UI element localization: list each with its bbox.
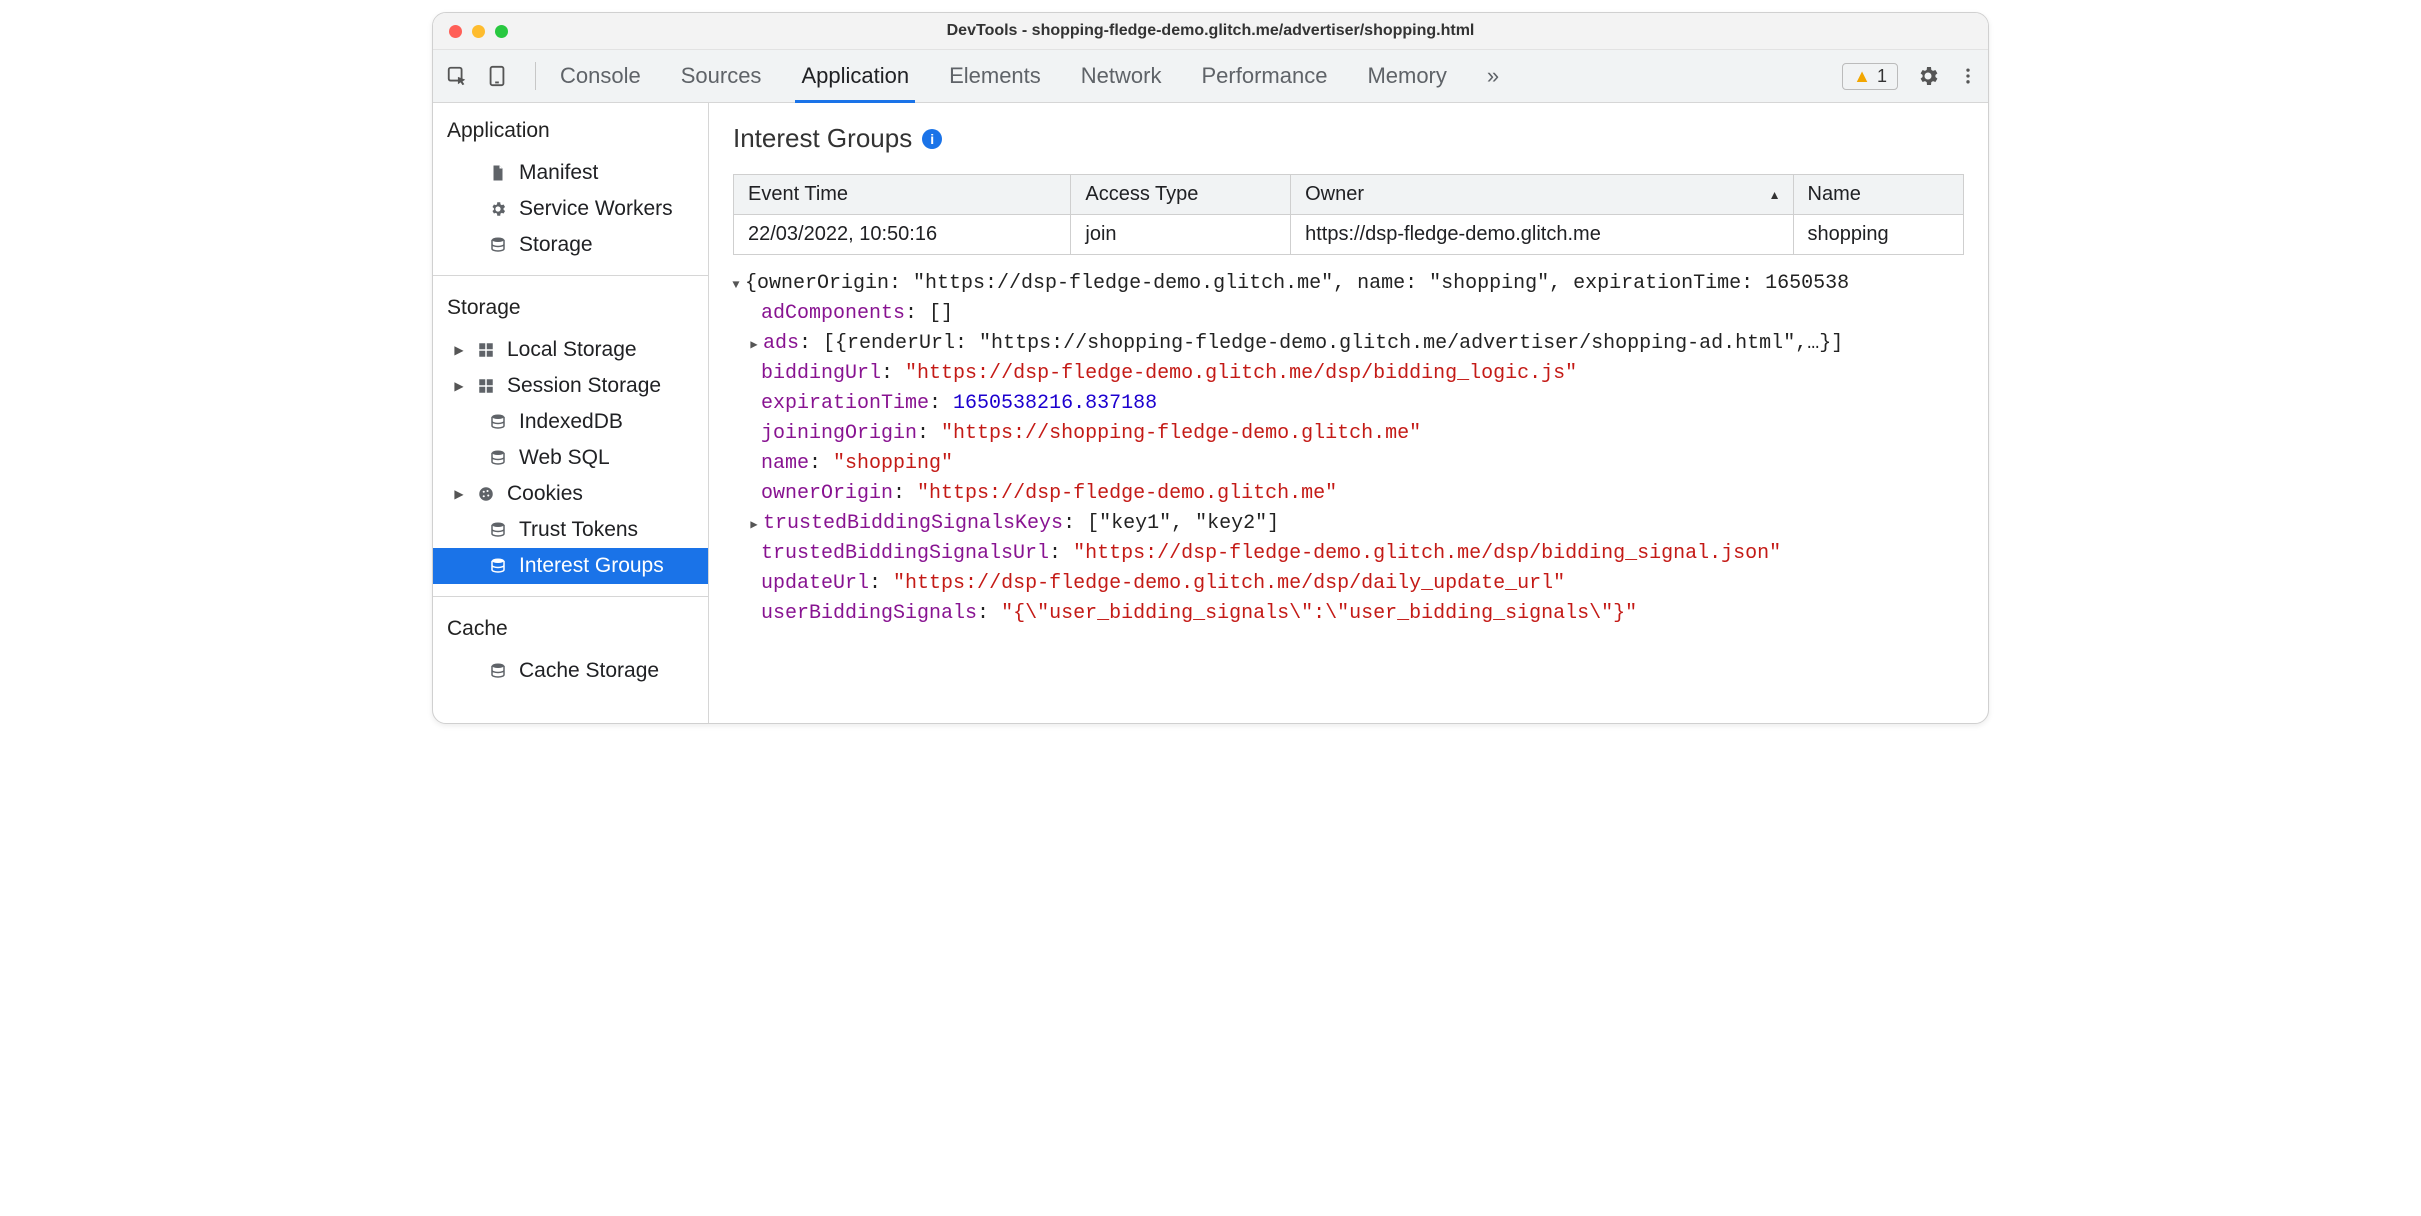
prop-ads[interactable]: ▶ads: [{renderUrl: "https://shopping-fle…	[717, 329, 1980, 359]
settings-icon[interactable]	[1916, 64, 1940, 88]
sidebar-item-local-storage[interactable]: ▶ Local Storage	[433, 332, 708, 368]
prop-joiningorigin[interactable]: joiningOrigin: "https://shopping-fledge-…	[717, 419, 1980, 449]
kebab-menu-icon[interactable]	[1958, 66, 1978, 86]
warnings-badge[interactable]: ▲ 1	[1842, 63, 1898, 90]
sidebar-item-websql[interactable]: Web SQL	[433, 440, 708, 476]
prop-trustedbiddingsignalskeys[interactable]: ▶trustedBiddingSignalsKeys: ["key1", "ke…	[717, 509, 1980, 539]
chevron-down-icon: ▼	[729, 276, 743, 294]
database-icon	[487, 449, 509, 467]
events-table: Event Time Access Type Owner▲ Name 22/03…	[733, 174, 1964, 255]
sidebar-item-label: Cookies	[507, 482, 583, 506]
titlebar: DevTools - shopping-fledge-demo.glitch.m…	[433, 13, 1988, 50]
more-tabs-button[interactable]: »	[1487, 50, 1499, 102]
sidebar-item-service-workers[interactable]: Service Workers	[433, 191, 708, 227]
chevron-right-icon: ▶	[453, 379, 465, 393]
col-name[interactable]: Name	[1793, 175, 1964, 215]
col-owner[interactable]: Owner▲	[1291, 175, 1793, 215]
chevron-right-icon: ▶	[747, 516, 761, 534]
panel-title-row: Interest Groups i	[709, 103, 1988, 166]
sidebar-item-label: Trust Tokens	[519, 518, 638, 542]
file-icon	[487, 164, 509, 182]
sidebar-item-label: Session Storage	[507, 374, 661, 398]
sidebar-item-session-storage[interactable]: ▶ Session Storage	[433, 368, 708, 404]
sidebar-item-trust-tokens[interactable]: Trust Tokens	[433, 512, 708, 548]
sidebar-item-label: Web SQL	[519, 446, 610, 470]
tab-application[interactable]: Application	[801, 50, 909, 102]
tab-elements[interactable]: Elements	[949, 50, 1041, 102]
sidebar-item-cache-storage[interactable]: Cache Storage	[433, 653, 708, 689]
prop-biddingurl[interactable]: biddingUrl: "https://dsp-fledge-demo.gli…	[717, 359, 1980, 389]
cell-event-time: 22/03/2022, 10:50:16	[734, 215, 1071, 255]
panel-title: Interest Groups	[733, 123, 912, 154]
device-toolbar-icon[interactable]	[483, 65, 511, 87]
prop-updateurl[interactable]: updateUrl: "https://dsp-fledge-demo.glit…	[717, 569, 1980, 599]
cell-access-type: join	[1071, 215, 1291, 255]
sidebar-item-label: Cache Storage	[519, 659, 659, 683]
chevron-right-icon: ▶	[453, 487, 465, 501]
chevron-right-icon: ▶	[453, 343, 465, 357]
sidebar-section-cache: Cache	[433, 601, 708, 653]
object-expansion: ▼{ownerOrigin: "https://dsp-fledge-demo.…	[709, 255, 1988, 629]
sort-asc-icon: ▲	[1769, 188, 1781, 202]
database-icon	[487, 236, 509, 254]
close-window-button[interactable]	[449, 25, 462, 38]
cell-owner: https://dsp-fledge-demo.glitch.me	[1291, 215, 1793, 255]
tab-performance[interactable]: Performance	[1201, 50, 1327, 102]
sidebar-item-manifest[interactable]: Manifest	[433, 155, 708, 191]
prop-trustedbiddingsignalsurl[interactable]: trustedBiddingSignalsUrl: "https://dsp-f…	[717, 539, 1980, 569]
tab-memory[interactable]: Memory	[1367, 50, 1446, 102]
devtools-window: DevTools - shopping-fledge-demo.glitch.m…	[432, 12, 1989, 724]
warnings-count: 1	[1877, 66, 1887, 87]
sidebar-section-application: Application	[433, 103, 708, 155]
sidebar-item-label: Manifest	[519, 161, 598, 185]
devtools-toolbar: Console Sources Application Elements Net…	[433, 50, 1988, 103]
inspect-element-icon[interactable]	[443, 65, 471, 87]
panel-body: Application Manifest Service Workers Sto…	[433, 103, 1988, 723]
prop-ownerorigin[interactable]: ownerOrigin: "https://dsp-fledge-demo.gl…	[717, 479, 1980, 509]
database-icon	[487, 413, 509, 431]
interest-groups-panel: Interest Groups i Event Time Access Type…	[709, 103, 1988, 723]
gear-icon	[487, 200, 509, 218]
prop-name[interactable]: name: "shopping"	[717, 449, 1980, 479]
cookie-icon	[475, 485, 497, 503]
sidebar-section-storage: Storage	[433, 280, 708, 332]
panel-tabs: Console Sources Application Elements Net…	[548, 50, 1499, 102]
warning-icon: ▲	[1853, 66, 1871, 87]
toolbar-separator	[535, 62, 536, 90]
grid-icon	[475, 377, 497, 395]
sidebar-item-label: IndexedDB	[519, 410, 623, 434]
sidebar-item-label: Local Storage	[507, 338, 637, 362]
tab-sources[interactable]: Sources	[681, 50, 762, 102]
window-title: DevTools - shopping-fledge-demo.glitch.m…	[433, 22, 1988, 40]
prop-userbiddingsignals[interactable]: userBiddingSignals: "{\"user_bidding_sig…	[717, 599, 1980, 629]
col-access-type[interactable]: Access Type	[1071, 175, 1291, 215]
sidebar-item-label: Storage	[519, 233, 593, 257]
col-event-time[interactable]: Event Time	[734, 175, 1071, 215]
sidebar-item-indexeddb[interactable]: IndexedDB	[433, 404, 708, 440]
sidebar-item-label: Service Workers	[519, 197, 673, 221]
chevron-right-icon: ▶	[747, 336, 761, 354]
prop-adcomponents[interactable]: adComponents: []	[717, 299, 1980, 329]
prop-expirationtime[interactable]: expirationTime: 1650538216.837188	[717, 389, 1980, 419]
cell-name: shopping	[1793, 215, 1964, 255]
sidebar-item-interest-groups[interactable]: Interest Groups	[433, 548, 708, 584]
info-icon[interactable]: i	[922, 129, 942, 149]
database-icon	[487, 521, 509, 539]
table-row[interactable]: 22/03/2022, 10:50:16 join https://dsp-fl…	[734, 215, 1964, 255]
tab-network[interactable]: Network	[1081, 50, 1162, 102]
sidebar-item-label: Interest Groups	[519, 554, 664, 578]
database-icon	[487, 557, 509, 575]
window-controls	[433, 25, 508, 38]
application-sidebar: Application Manifest Service Workers Sto…	[433, 103, 709, 723]
minimize-window-button[interactable]	[472, 25, 485, 38]
object-topline[interactable]: ▼{ownerOrigin: "https://dsp-fledge-demo.…	[717, 269, 1980, 299]
zoom-window-button[interactable]	[495, 25, 508, 38]
grid-icon	[475, 341, 497, 359]
database-icon	[487, 662, 509, 680]
sidebar-item-storage[interactable]: Storage	[433, 227, 708, 263]
sidebar-item-cookies[interactable]: ▶ Cookies	[433, 476, 708, 512]
tab-console[interactable]: Console	[560, 50, 641, 102]
